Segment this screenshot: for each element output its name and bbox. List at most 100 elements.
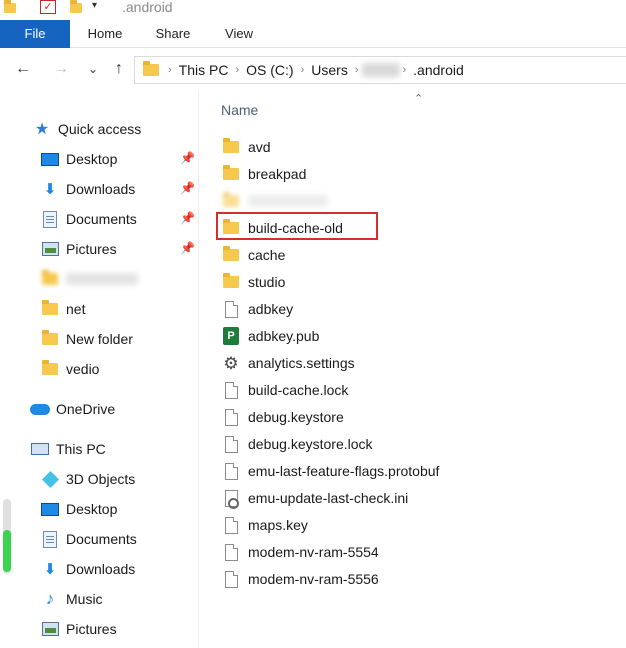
file-list[interactable]: ⌃ Name avd breakpad build-cache-old cach…	[199, 92, 626, 648]
recent-locations-button[interactable]: ⌄	[82, 58, 104, 80]
file-row-avd[interactable]: avd	[221, 135, 271, 159]
file-name: maps.key	[248, 517, 308, 533]
column-header-name[interactable]: Name	[221, 102, 258, 118]
documents-icon	[40, 210, 60, 228]
folder-icon	[221, 191, 241, 211]
file-row-build-cache-lock[interactable]: build-cache.lock	[221, 378, 348, 402]
nav-pictures[interactable]: Pictures	[40, 616, 117, 642]
nav-net[interactable]: net	[40, 296, 85, 322]
file-icon	[221, 299, 241, 319]
nav-new-folder[interactable]: New folder	[40, 326, 133, 352]
file-name: build-cache.lock	[248, 382, 349, 398]
nav-label: Music	[66, 591, 103, 607]
nav-downloads[interactable]: ⬇ Downloads	[40, 556, 136, 582]
nav-blurred-folder[interactable]	[40, 266, 138, 292]
file-icon	[221, 407, 241, 427]
title-bar: ✓ ▾ .android	[0, 0, 626, 20]
nav-vedio[interactable]: vedio	[40, 356, 99, 382]
nav-3d-objects[interactable]: 3D Objects	[40, 466, 135, 492]
chevron-right-icon[interactable]: ›	[352, 64, 362, 76]
nav-scrollbar-thumb[interactable]	[3, 530, 11, 572]
3d-objects-icon	[40, 470, 60, 488]
pictures-icon	[40, 240, 60, 258]
address-bar[interactable]: › This PC › OS (C:) › Users › › .android	[134, 56, 626, 84]
pin-icon[interactable]: 📌	[180, 211, 195, 225]
file-row-maps-key[interactable]: maps.key	[221, 513, 308, 537]
folder-icon	[221, 137, 241, 157]
file-name: modem-nv-ram-5556	[248, 571, 379, 587]
pin-icon[interactable]: 📌	[180, 151, 195, 165]
nav-pictures-pinned[interactable]: Pictures	[40, 236, 117, 262]
quick-access-toolbar-dropdown-icon[interactable]: ▾	[92, 0, 97, 11]
nav-music[interactable]: ♪ Music	[40, 586, 103, 612]
nav-desktop[interactable]: Desktop	[40, 496, 117, 522]
new-folder-icon[interactable]	[70, 0, 82, 16]
breadcrumb-users[interactable]: Users	[307, 62, 352, 78]
pin-icon[interactable]: 📌	[180, 241, 195, 255]
file-row-cache[interactable]: cache	[221, 243, 285, 267]
file-row-emu-update-last-check[interactable]: emu-update-last-check.ini	[221, 486, 408, 510]
file-name: modem-nv-ram-5554	[248, 544, 379, 560]
nav-label: vedio	[66, 361, 100, 377]
pictures-icon	[40, 620, 60, 638]
file-row-debug-keystore[interactable]: debug.keystore	[221, 405, 344, 429]
this-pc-icon	[30, 440, 50, 458]
file-row-emu-last-feature-flags[interactable]: emu-last-feature-flags.protobuf	[221, 459, 439, 483]
forward-button[interactable]: →	[50, 58, 72, 80]
folder-icon	[40, 330, 60, 348]
breadcrumb-android[interactable]: .android	[409, 62, 468, 78]
nav-label: Desktop	[66, 501, 118, 517]
nav-label: Desktop	[66, 151, 118, 167]
nav-desktop-pinned[interactable]: Desktop	[40, 146, 117, 172]
file-row-adbkey-pub[interactable]: P adbkey.pub	[221, 324, 319, 348]
file-icon	[221, 542, 241, 562]
highlight-box	[216, 212, 378, 240]
file-name: breakpad	[248, 166, 307, 182]
up-button[interactable]: ↑	[108, 58, 130, 80]
chevron-right-icon[interactable]: ›	[232, 64, 242, 76]
nav-onedrive[interactable]: OneDrive	[30, 396, 115, 422]
tab-file[interactable]: File	[0, 20, 70, 48]
chevron-right-icon[interactable]: ›	[400, 64, 410, 76]
tab-home[interactable]: Home	[74, 20, 136, 48]
tab-view[interactable]: View	[208, 20, 270, 48]
file-icon	[221, 434, 241, 454]
nav-quick-access[interactable]: ★ Quick access	[32, 116, 141, 142]
ribbon-tabs: File Home Share View	[0, 20, 626, 48]
nav-this-pc[interactable]: This PC	[30, 436, 106, 462]
file-name: emu-update-last-check.ini	[248, 490, 409, 506]
navigation-pane[interactable]: ★ Quick access Desktop 📌 ⬇ Downloads 📌 D…	[0, 92, 198, 648]
breadcrumb-user-blurred[interactable]	[361, 63, 400, 77]
nav-label: This PC	[56, 441, 106, 457]
folder-icon	[40, 270, 60, 288]
file-row-modem-nv-ram-5554[interactable]: modem-nv-ram-5554	[221, 540, 379, 564]
file-row-breakpad[interactable]: breakpad	[221, 162, 306, 186]
file-row-modem-nv-ram-5556[interactable]: modem-nv-ram-5556	[221, 567, 379, 591]
folder-icon	[221, 272, 241, 292]
file-name: debug.keystore.lock	[248, 436, 373, 452]
tab-share[interactable]: Share	[142, 20, 204, 48]
folder-icon	[4, 0, 16, 16]
nav-label: Quick access	[58, 121, 142, 137]
breadcrumb-this-pc[interactable]: This PC	[175, 62, 233, 78]
back-button[interactable]: ←	[12, 58, 34, 80]
nav-documents-pinned[interactable]: Documents	[40, 206, 137, 232]
file-name: emu-last-feature-flags.protobuf	[248, 463, 440, 479]
pin-icon[interactable]: 📌	[180, 181, 195, 195]
nav-label-blurred	[66, 273, 138, 285]
folder-icon	[221, 164, 241, 184]
file-row-debug-keystore-lock[interactable]: debug.keystore.lock	[221, 432, 373, 456]
breadcrumb-os-c[interactable]: OS (C:)	[242, 62, 297, 78]
file-name-blurred	[248, 195, 328, 207]
file-row-analytics-settings[interactable]: ⚙ analytics.settings	[221, 351, 354, 375]
properties-icon[interactable]: ✓	[40, 0, 56, 14]
file-row-blurred[interactable]	[221, 189, 328, 213]
file-row-adbkey[interactable]: adbkey	[221, 297, 293, 321]
nav-label: Downloads	[66, 561, 136, 577]
chevron-right-icon[interactable]: ›	[165, 64, 175, 76]
chevron-right-icon[interactable]: ›	[298, 64, 308, 76]
file-row-studio[interactable]: studio	[221, 270, 285, 294]
file-name: adbkey.pub	[248, 328, 320, 344]
nav-documents[interactable]: Documents	[40, 526, 137, 552]
nav-downloads-pinned[interactable]: ⬇ Downloads	[40, 176, 136, 202]
